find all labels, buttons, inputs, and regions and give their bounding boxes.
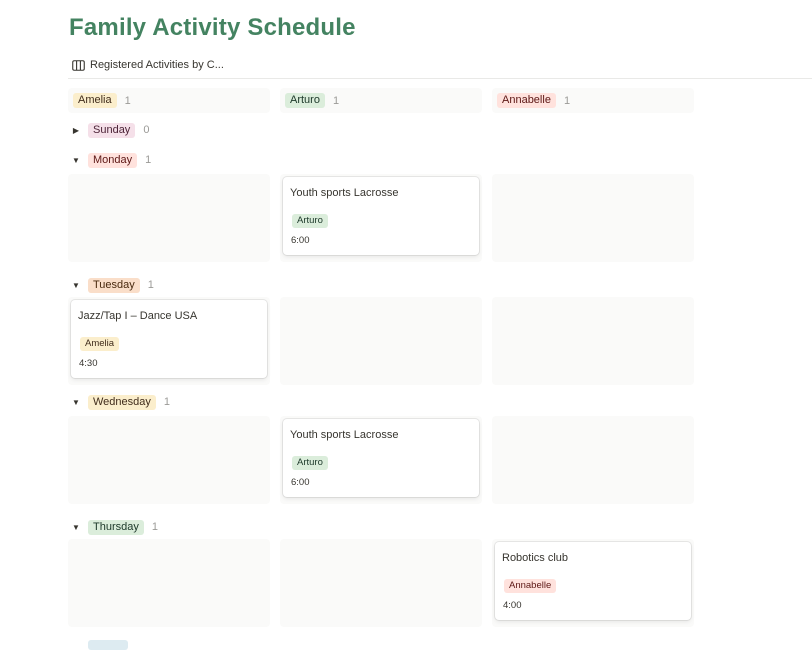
card-person-tag: Arturo <box>292 456 328 470</box>
expand-toggle-icon[interactable]: ▶ <box>70 126 82 135</box>
group-row-thursday: Robotics club Annabelle 4:00 <box>68 539 694 627</box>
board-cell[interactable] <box>280 539 482 627</box>
card-title: Jazz/Tap I – Dance USA <box>78 310 198 322</box>
column-tag: Amelia <box>73 93 117 108</box>
board-cell[interactable] <box>68 539 270 627</box>
column-tag: Annabelle <box>497 93 556 108</box>
group-count: 1 <box>147 279 154 291</box>
column-count: 1 <box>563 94 571 107</box>
activity-card[interactable]: Jazz/Tap I – Dance USA Amelia 4:30 <box>71 300 267 378</box>
group-tag: Thursday <box>88 519 144 535</box>
view-tab-label: Registered Activities by C... <box>90 59 224 71</box>
column-headers: Amelia 1 Arturo 1 Annabelle 1 <box>68 88 694 113</box>
board-cell[interactable]: Jazz/Tap I – Dance USA Amelia 4:30 <box>68 297 270 385</box>
group-header-tuesday[interactable]: ▼ Tuesday 1 <box>70 277 154 293</box>
view-divider <box>68 78 812 79</box>
column-count: 1 <box>124 94 131 107</box>
board-cell[interactable] <box>68 174 270 262</box>
collapse-toggle-icon[interactable]: ▼ <box>70 281 82 290</box>
group-row-wednesday: Youth sports Lacrosse Arturo 6:00 <box>68 416 694 504</box>
card-person-tag: Arturo <box>292 214 328 228</box>
card-title: Robotics club <box>502 552 569 564</box>
activity-card[interactable]: Youth sports Lacrosse Arturo 6:00 <box>283 419 479 497</box>
board-cell[interactable] <box>492 174 694 262</box>
column-tag: Arturo <box>285 93 325 108</box>
board-cell[interactable]: Robotics club Annabelle 4:00 <box>492 539 694 627</box>
board-cell[interactable] <box>280 297 482 385</box>
card-time: 4:00 <box>503 600 522 611</box>
group-tag: Sunday <box>88 122 136 138</box>
group-count: 1 <box>163 396 171 408</box>
column-header-arturo[interactable]: Arturo 1 <box>280 88 482 113</box>
group-row-tuesday: Jazz/Tap I – Dance USA Amelia 4:30 <box>68 297 694 385</box>
group-count: 1 <box>145 154 152 166</box>
group-count: 0 <box>143 124 150 136</box>
group-header-thursday[interactable]: ▼ Thursday 1 <box>70 519 158 535</box>
group-tag: Wednesday <box>88 394 156 410</box>
column-count: 1 <box>332 94 340 107</box>
next-group-tag-partial <box>88 640 128 650</box>
board-cell[interactable]: Youth sports Lacrosse Arturo 6:00 <box>280 416 482 504</box>
group-row-monday: Youth sports Lacrosse Arturo 6:00 <box>68 174 694 262</box>
activity-card[interactable]: Robotics club Annabelle 4:00 <box>495 542 691 620</box>
collapse-toggle-icon[interactable]: ▼ <box>70 398 82 407</box>
card-title: Youth sports Lacrosse <box>290 429 399 441</box>
column-header-amelia[interactable]: Amelia 1 <box>68 88 270 113</box>
group-header-monday[interactable]: ▼ Monday 1 <box>70 152 151 168</box>
card-time: 4:30 <box>79 358 98 369</box>
card-person-tag: Amelia <box>80 337 120 351</box>
card-time: 6:00 <box>291 235 310 246</box>
group-tag: Monday <box>88 152 138 168</box>
column-header-annabelle[interactable]: Annabelle 1 <box>492 88 694 113</box>
group-count: 1 <box>151 521 158 533</box>
board-cell[interactable] <box>68 416 270 504</box>
board-cell[interactable]: Youth sports Lacrosse Arturo 6:00 <box>280 174 482 262</box>
group-tag: Tuesday <box>88 277 140 293</box>
card-person-tag: Annabelle <box>504 579 557 593</box>
page-title: Family Activity Schedule <box>69 14 356 41</box>
collapse-toggle-icon[interactable]: ▼ <box>70 156 82 165</box>
board-cell[interactable] <box>492 416 694 504</box>
board-cell[interactable] <box>492 297 694 385</box>
group-header-wednesday[interactable]: ▼ Wednesday 1 <box>70 394 170 410</box>
collapse-toggle-icon[interactable]: ▼ <box>70 523 82 532</box>
card-title: Youth sports Lacrosse <box>290 187 399 199</box>
activity-card[interactable]: Youth sports Lacrosse Arturo 6:00 <box>283 177 479 255</box>
board-view-icon <box>72 59 85 71</box>
group-header-sunday[interactable]: ▶ Sunday 0 <box>70 122 149 138</box>
view-tab-registered-activities[interactable]: Registered Activities by C... <box>72 57 224 73</box>
card-time: 6:00 <box>291 477 310 488</box>
